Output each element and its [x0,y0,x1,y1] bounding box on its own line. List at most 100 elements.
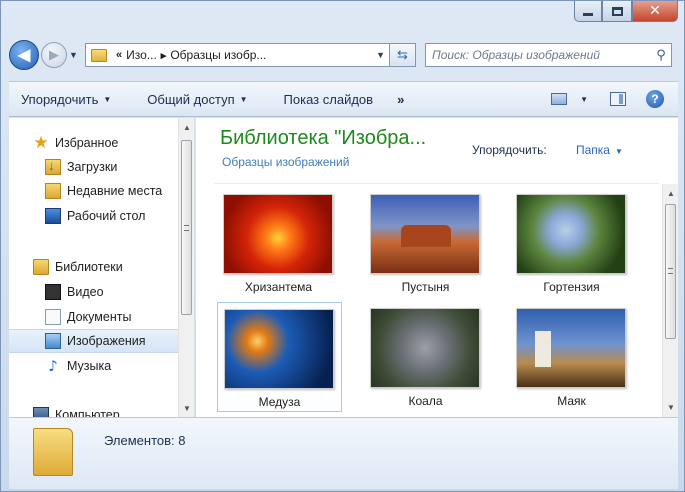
details-pane: Элементов: 8 [9,417,678,489]
back-button[interactable]: ◀ [9,40,39,70]
address-overflow[interactable]: « [116,49,122,61]
help-icon[interactable]: ? [646,90,664,108]
chevron-down-icon: ▼ [239,94,248,104]
folder-icon [91,48,107,62]
close-icon: ✕ [649,3,661,19]
search-icon[interactable]: ⚲ [651,48,671,63]
chevron-down-icon: ▼ [103,94,112,104]
share-button[interactable]: Общий доступ ▼ [135,92,259,107]
sidebar-item-recent-places[interactable]: Недавние места [9,179,179,203]
file-name: Пустыня [401,280,450,294]
forward-button[interactable]: ▶ [41,42,67,68]
close-button[interactable]: ✕ [632,1,678,22]
item-count: Элементов: 8 [104,433,186,448]
sidebar-item-label: Изображения [67,334,146,348]
maximize-button[interactable] [602,1,632,22]
arrange-by-value: Папка [576,143,610,157]
refresh-icon: ⇆ [397,47,408,62]
sidebar-item-pictures[interactable]: Изображения [9,329,179,353]
arrow-left-icon: ◀ [17,47,31,64]
navigation-scrollbar[interactable]: ▲ ▼ [178,118,194,417]
scroll-down-icon[interactable]: ▼ [663,400,678,416]
file-tile-jellyfish[interactable]: Медуза [217,302,342,412]
grip-icon [668,268,673,274]
search-field[interactable]: Поиск: Образцы изображений ⚲ [425,43,672,67]
navigation-bar: ◀ ▶ ▼ « Изо... ▸ Образцы изобр... ▼ ⇆ По… [9,37,681,73]
caption-buttons: ✕ [574,1,678,23]
library-location-link[interactable]: Образцы изображений [222,155,349,169]
refresh-button[interactable]: ⇆ [390,43,416,67]
share-label: Общий доступ [147,91,235,107]
file-name: Медуза [258,395,301,409]
chevron-down-icon: ▼ [614,147,623,156]
more-commands-button[interactable]: » [385,92,416,107]
file-tile-desert[interactable]: Пустыня [364,188,489,298]
sidebar-item-desktop[interactable]: Рабочий стол [9,204,179,228]
explorer-window: ✕ ◀ ▶ ▼ « Изо... ▸ Образцы изобр... ▼ ⇆ … [0,0,685,492]
computer-icon [33,407,49,417]
change-view-icon[interactable] [551,93,568,105]
sidebar-item-label: Документы [67,310,132,324]
sidebar-item-video[interactable]: Видео [9,280,179,304]
recent-places-icon [45,183,61,199]
image-thumbnail [370,194,480,274]
breadcrumb-sample-pictures[interactable]: Образцы изобр... [170,48,266,62]
sidebar-item-label: Недавние места [67,184,163,198]
file-tile-lighthouse[interactable]: Маяк [510,302,635,412]
file-name: Коала [408,394,443,408]
star-icon: ★ [33,133,49,153]
image-thumbnail [370,308,480,388]
scroll-down-icon[interactable]: ▼ [179,401,194,417]
sidebar-item-favorites[interactable]: ★ Избранное [9,131,179,155]
history-dropdown-button[interactable]: ▼ [69,50,81,60]
sidebar-item-label: Библиотеки [55,260,123,274]
arrange-by-label: Упорядочить: [472,143,547,157]
sidebar-item-computer[interactable]: Компьютер [9,403,179,417]
file-name: Маяк [557,394,586,408]
sidebar-item-music[interactable]: ♪ Музыка [9,354,179,378]
navigation-pane: ★ Избранное Загрузки Недавние места Рабоч… [9,118,195,417]
chevron-down-icon[interactable]: ▼ [376,50,385,60]
search-input[interactable]: Поиск: Образцы изображений [432,48,651,62]
video-library-icon [45,284,61,300]
file-list-scrollbar[interactable]: ▲ ▼ [662,184,678,417]
command-bar: Упорядочить ▼ Общий доступ ▼ Показ слайдов… [9,81,678,117]
sidebar-item-label: Музыка [67,359,112,373]
library-title: Библиотека "Изобра... [220,127,427,149]
breadcrumb-separator-icon[interactable]: ▸ [161,49,167,62]
file-name: Хризантема [244,280,313,294]
file-tile-chrysanthemum[interactable]: Хризантема [217,188,342,298]
slideshow-label: Показ слайдов [283,91,374,107]
arrange-by-dropdown[interactable]: Папка ▼ [576,143,623,157]
file-tile-hydrangeas[interactable]: Гортензия [510,188,635,298]
sidebar-item-documents[interactable]: Документы [9,305,179,329]
documents-library-icon [45,309,61,325]
sidebar-item-downloads[interactable]: Загрузки [9,155,179,179]
libraries-icon [33,259,49,275]
scroll-up-icon[interactable]: ▲ [663,186,678,202]
file-tile-koala[interactable]: Коала [364,302,489,412]
sidebar-item-label: Компьютер [55,408,120,417]
image-thumbnail [516,194,626,274]
desktop-icon [45,208,61,224]
organize-button[interactable]: Упорядочить ▼ [9,92,123,107]
minimize-icon [583,12,593,16]
arrow-right-icon: ▶ [49,47,59,62]
grip-icon [184,225,189,231]
view-options-dropdown[interactable]: ▼ [580,95,588,104]
scroll-up-icon[interactable]: ▲ [179,120,194,136]
downloads-folder-icon [45,158,61,175]
sidebar-item-libraries[interactable]: Библиотеки [9,255,179,279]
scrollbar-thumb[interactable] [665,204,676,339]
pictures-library-icon [45,333,61,349]
folder-icon [33,428,73,476]
minimize-button[interactable] [574,1,602,22]
address-bar[interactable]: « Изо... ▸ Образцы изобр... ▼ [85,43,390,67]
header-divider [214,183,659,184]
slideshow-button[interactable]: Показ слайдов [272,92,386,107]
music-library-icon: ♪ [48,357,58,375]
file-list-pane: Библиотека "Изобра... Образцы изображени… [196,118,678,417]
preview-pane-icon[interactable] [610,92,626,106]
breadcrumb-libraries[interactable]: Изо... [126,48,157,62]
scrollbar-thumb[interactable] [181,140,192,315]
